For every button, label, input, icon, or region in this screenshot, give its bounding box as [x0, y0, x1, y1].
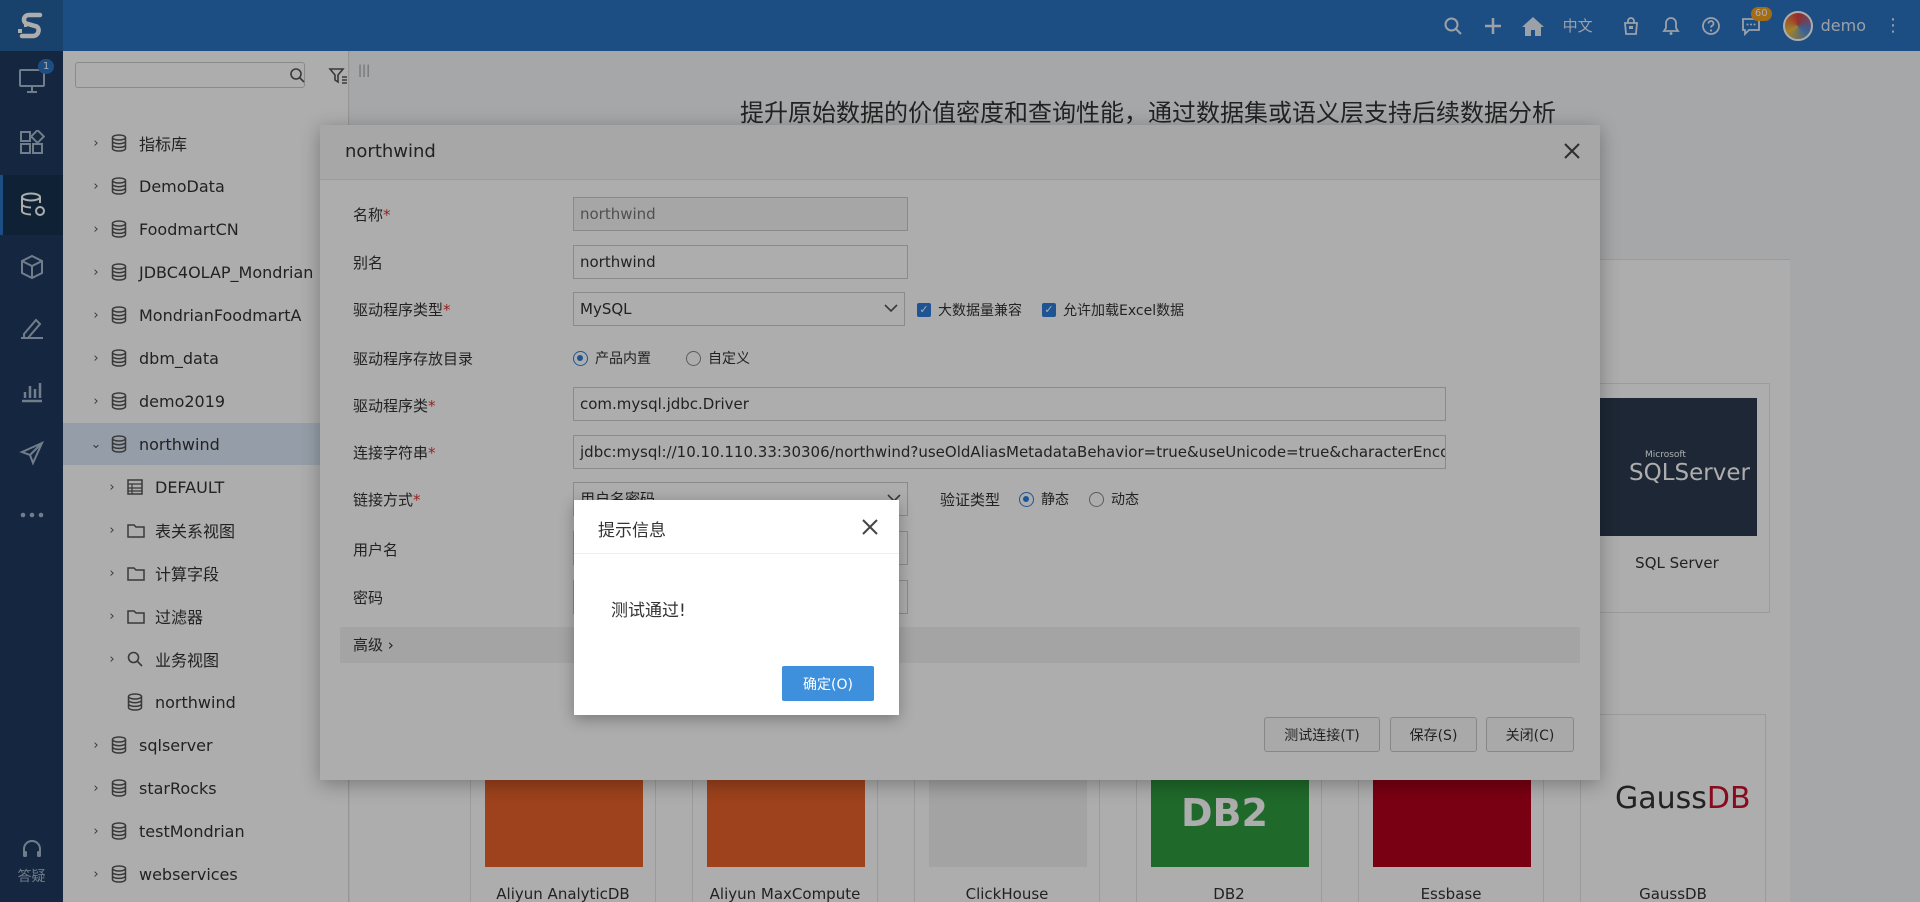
message-header: 提示信息 — [574, 500, 899, 554]
message-title: 提示信息 — [598, 521, 666, 541]
message-text: 测试通过! — [611, 601, 686, 621]
ok-button[interactable]: 确定(O) — [782, 666, 874, 701]
dialog-overlay — [320, 125, 1600, 780]
close-icon[interactable] — [861, 518, 879, 536]
message-box: 提示信息 测试通过! 确定(O) — [574, 500, 899, 715]
